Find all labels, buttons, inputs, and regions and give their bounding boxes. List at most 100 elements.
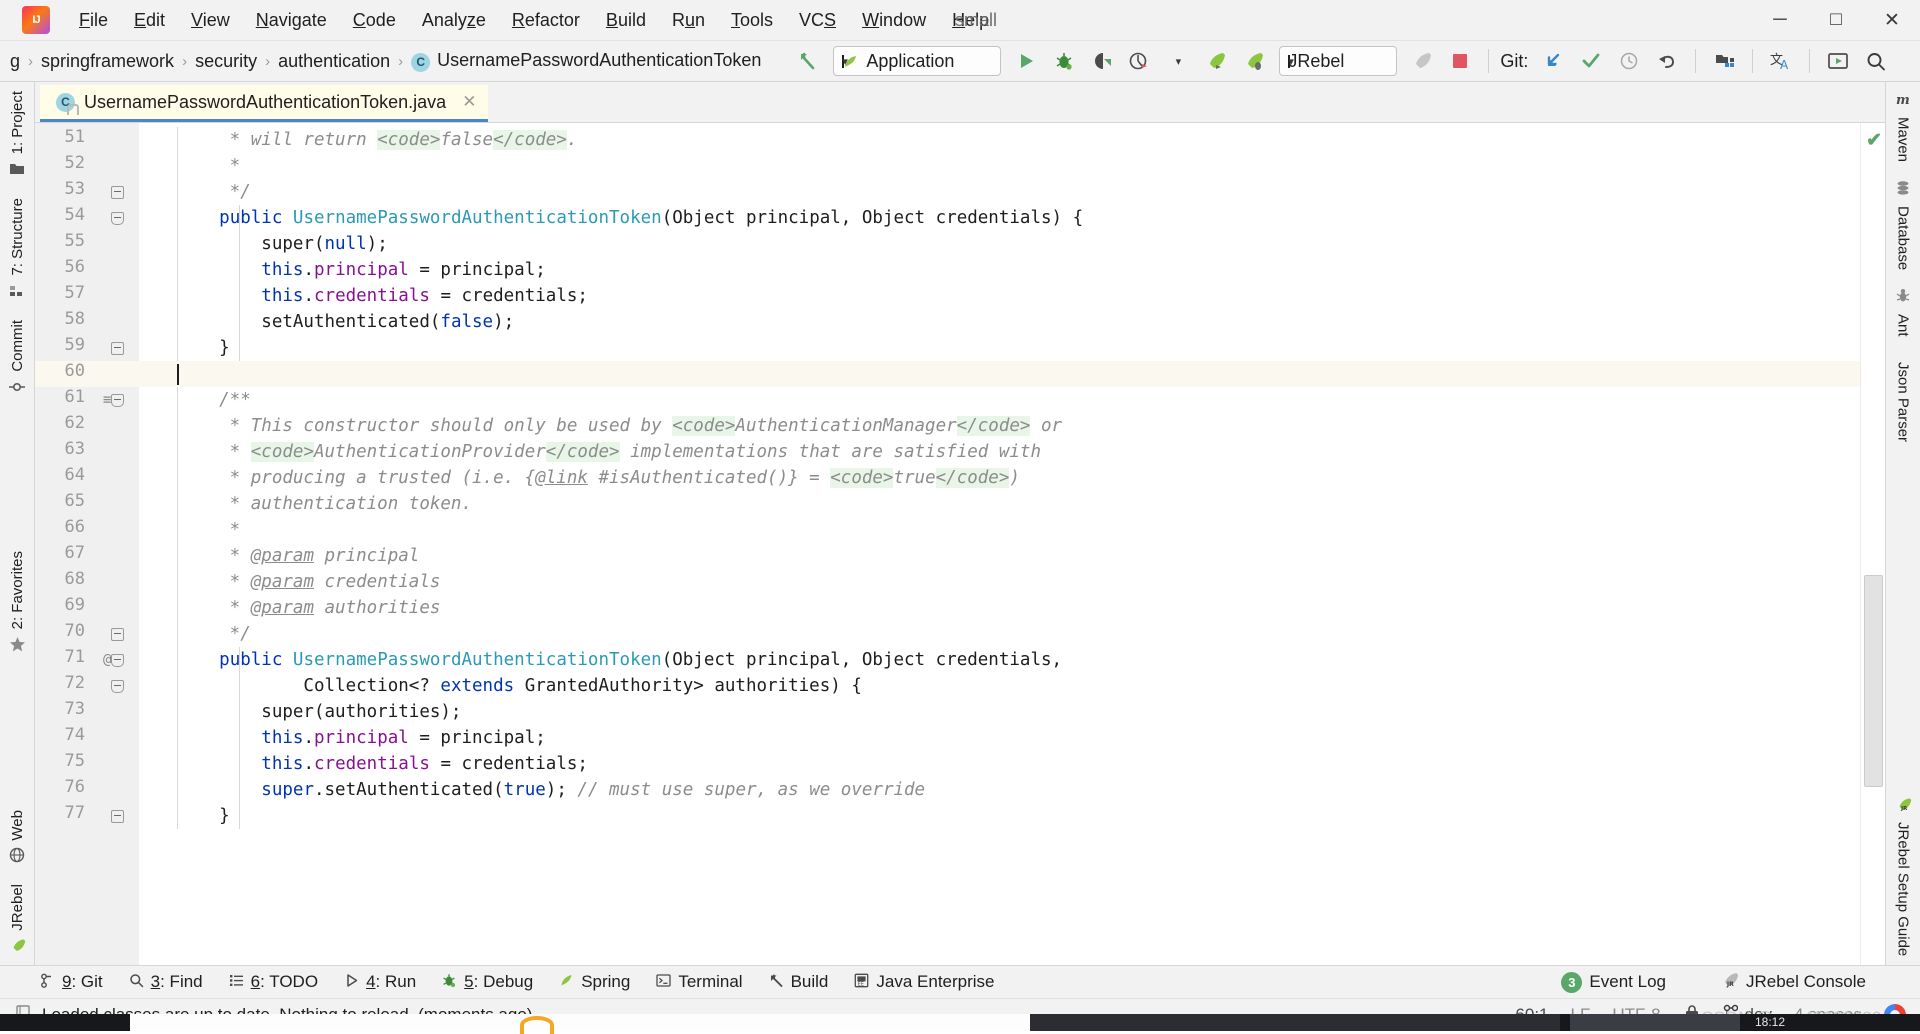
profile-dropdown[interactable]: ▾ [1161,46,1195,76]
code-line[interactable]: this.principal = principal; [139,257,1860,283]
code-line[interactable]: * producing a trusted (i.e. {@link #isAu… [139,465,1860,491]
update-project-button[interactable] [1536,46,1570,76]
menu-vcs[interactable]: VCS [786,6,849,35]
menu-navigate[interactable]: Navigate [243,6,340,35]
debug-button[interactable] [1047,46,1081,76]
menu-window[interactable]: Window [849,6,939,35]
editor-scrollbar-thumb[interactable] [1864,575,1883,787]
tool-window-json-parser[interactable]: Json Parser [1895,355,1912,442]
stop-button[interactable] [1443,46,1477,76]
profile-button[interactable] [1123,46,1157,76]
maximize-button[interactable]: □ [1808,0,1864,40]
breadcrumb-item-2[interactable]: security [189,51,263,72]
code-line[interactable]: * This constructor should only be used b… [139,413,1860,439]
tool-tab-9-git[interactable]: 9: Git [40,972,103,992]
fold-gutter[interactable]: ≡ @ [97,123,139,965]
tool-window-ant[interactable]: Ant [1895,288,1912,337]
code-line[interactable]: public UsernamePasswordAuthenticationTok… [139,647,1860,673]
menu-code[interactable]: Code [340,6,409,35]
code-line[interactable]: super.setAuthenticated(true); // must us… [139,777,1860,803]
menu-tools[interactable]: Tools [718,6,786,35]
markup-scrollbar[interactable]: ✔ [1860,123,1885,965]
project-structure-button[interactable] [1707,46,1741,76]
code-line[interactable]: Collection<? extends GrantedAuthority> a… [139,673,1860,699]
code-line[interactable]: public UsernamePasswordAuthenticationTok… [139,205,1860,231]
code-line[interactable]: * @param credentials [139,569,1860,595]
chevron-down-icon[interactable]: ▾ [842,54,848,68]
code-line[interactable]: super(null); [139,231,1860,257]
tool-window-maven[interactable]: m Maven [1895,91,1912,162]
translate-button[interactable]: 文A [1764,46,1798,76]
run-configuration-selector[interactable]: Application ▾ [833,46,1002,76]
presentation-button[interactable] [1821,46,1855,76]
breadcrumb-item-1[interactable]: springframework [35,51,180,72]
close-button[interactable]: ✕ [1864,0,1920,40]
jrebel-debug-button[interactable] [1237,46,1271,76]
menu-edit[interactable]: Edit [121,6,178,35]
fold-start-icon[interactable] [111,394,124,407]
tool-window-database[interactable]: Database [1895,180,1912,270]
commit-button[interactable] [1574,46,1608,76]
tool-tab-6-todo[interactable]: 6: TODO [229,972,318,992]
menu-file[interactable]: File [66,6,121,35]
code-editor[interactable]: 51 52 53 54 55 56 57 58 59 60 61 62 63 64 65 66 67 68 69 70… [35,123,1885,965]
code-line[interactable]: } [139,803,1860,829]
tool-window-web[interactable]: Web [9,810,26,867]
run-button[interactable] [1009,46,1043,76]
jrebel-selector[interactable]: JRebel ▾ [1279,46,1398,76]
tool-tab-4-run[interactable]: 4: Run [344,972,416,992]
fold-end-icon[interactable] [111,628,124,641]
jrebel-console-button[interactable]: JR JRebel Console [1720,972,1866,992]
code-line[interactable]: * will return <code>false</code>. [139,127,1860,153]
code-line[interactable]: * @param authorities [139,595,1860,621]
code-line[interactable]: * [139,153,1860,179]
code-line[interactable]: this.credentials = credentials; [139,283,1860,309]
history-button[interactable] [1612,46,1646,76]
tool-tab-build[interactable]: Build [769,972,828,992]
run-with-coverage-button[interactable] [1085,46,1119,76]
fold-end-icon[interactable] [111,342,124,355]
tool-window-jrebel[interactable]: JRebel [9,884,26,956]
tool-window-7-structure[interactable]: 7: Structure [9,198,26,302]
fold-start-icon[interactable] [111,212,124,225]
code-line[interactable]: * <code>AuthenticationProvider</code> im… [139,439,1860,465]
code-line[interactable]: * @param principal [139,543,1860,569]
menu-refactor[interactable]: Refactor [499,6,593,35]
tool-window-jrebel-setup-guide[interactable]: JR JRebel Setup Guide [1895,797,1912,956]
event-log-button[interactable]: 3 Event Log [1561,971,1666,993]
tool-window-2-favorites[interactable]: 2: Favorites [9,551,26,656]
breadcrumb-item-0[interactable]: g [4,51,26,72]
code-line[interactable]: /** [139,387,1860,413]
fold-end-icon[interactable] [111,186,124,199]
fold-start-icon[interactable] [111,654,124,667]
tool-window-commit[interactable]: Commit [9,320,26,398]
tool-tab-3-find[interactable]: 3: Find [129,972,203,992]
breadcrumb-item-4[interactable]: C UsernamePasswordAuthenticationToken [405,50,767,72]
inspection-ok-icon[interactable]: ✔ [1866,129,1882,152]
code-content[interactable]: * will return <code>false</code>. * */ p… [139,123,1860,965]
close-icon[interactable]: ✕ [462,92,476,112]
code-line[interactable]: * [139,517,1860,543]
fold-start-icon[interactable] [111,680,124,693]
menu-analyze[interactable]: Analyze [409,6,499,35]
menu-run[interactable]: Run [659,6,718,35]
rollback-button[interactable] [1650,46,1684,76]
menu-view[interactable]: View [178,6,243,35]
code-line[interactable]: setAuthenticated(false); [139,309,1860,335]
editor-tab[interactable]: C UsernamePasswordAuthenticationToken.ja… [40,85,489,122]
search-everywhere-button[interactable] [1859,46,1893,76]
back-arrow-icon[interactable] [791,46,825,76]
code-line[interactable]: } [139,335,1860,361]
code-line[interactable]: super(authorities); [139,699,1860,725]
line-number-gutter[interactable]: 51 52 53 54 55 56 57 58 59 60 61 62 63 64 65 66 67 68 69 70… [35,123,97,965]
code-line[interactable]: this.credentials = credentials; [139,751,1860,777]
tool-tab-java-enterprise[interactable]: EE Java Enterprise [854,972,995,992]
menu-build[interactable]: Build [593,6,659,35]
code-line[interactable]: * authentication token. [139,491,1860,517]
jrebel-run-button[interactable] [1199,46,1233,76]
fold-end-icon[interactable] [111,810,124,823]
tool-tab-terminal[interactable]: Terminal [656,972,743,992]
code-line[interactable]: */ [139,179,1860,205]
tool-tab-5-debug[interactable]: 5: Debug [442,972,533,992]
code-line[interactable]: */ [139,621,1860,647]
